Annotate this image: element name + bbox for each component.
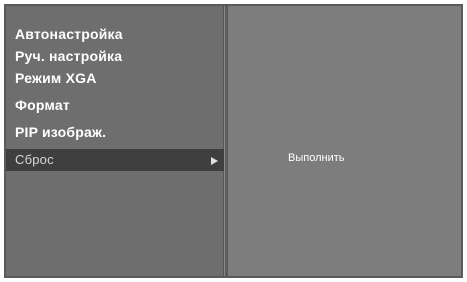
osd-menu-screen: Автонастройка Руч. настройка Режим XGA Ф…: [4, 4, 463, 278]
menu-item-label: Сброс: [15, 152, 54, 167]
submenu-panel: Выполнить: [228, 6, 461, 276]
menu-item-xga-mode[interactable]: Режим XGA: [6, 67, 224, 89]
menu-item-label: Формат: [15, 97, 70, 113]
menu-item-pip-image[interactable]: PIP изображ.: [6, 121, 224, 143]
triangle-right-icon: [211, 157, 218, 165]
menu-item-autotune[interactable]: Автонастройка: [6, 23, 224, 45]
menu-item-label: PIP изображ.: [15, 124, 107, 140]
menu-item-format[interactable]: Формат: [6, 94, 224, 116]
menu-item-label: Руч. настройка: [15, 48, 123, 64]
main-menu-panel: Автонастройка Руч. настройка Режим XGA Ф…: [6, 6, 224, 276]
menu-item-label: Режим XGA: [15, 70, 97, 86]
menu-item-manual-tune[interactable]: Руч. настройка: [6, 45, 224, 67]
menu-item-label: Автонастройка: [15, 26, 123, 42]
menu-item-reset[interactable]: Сброс: [6, 149, 224, 171]
execute-button[interactable]: Выполнить: [288, 151, 344, 165]
